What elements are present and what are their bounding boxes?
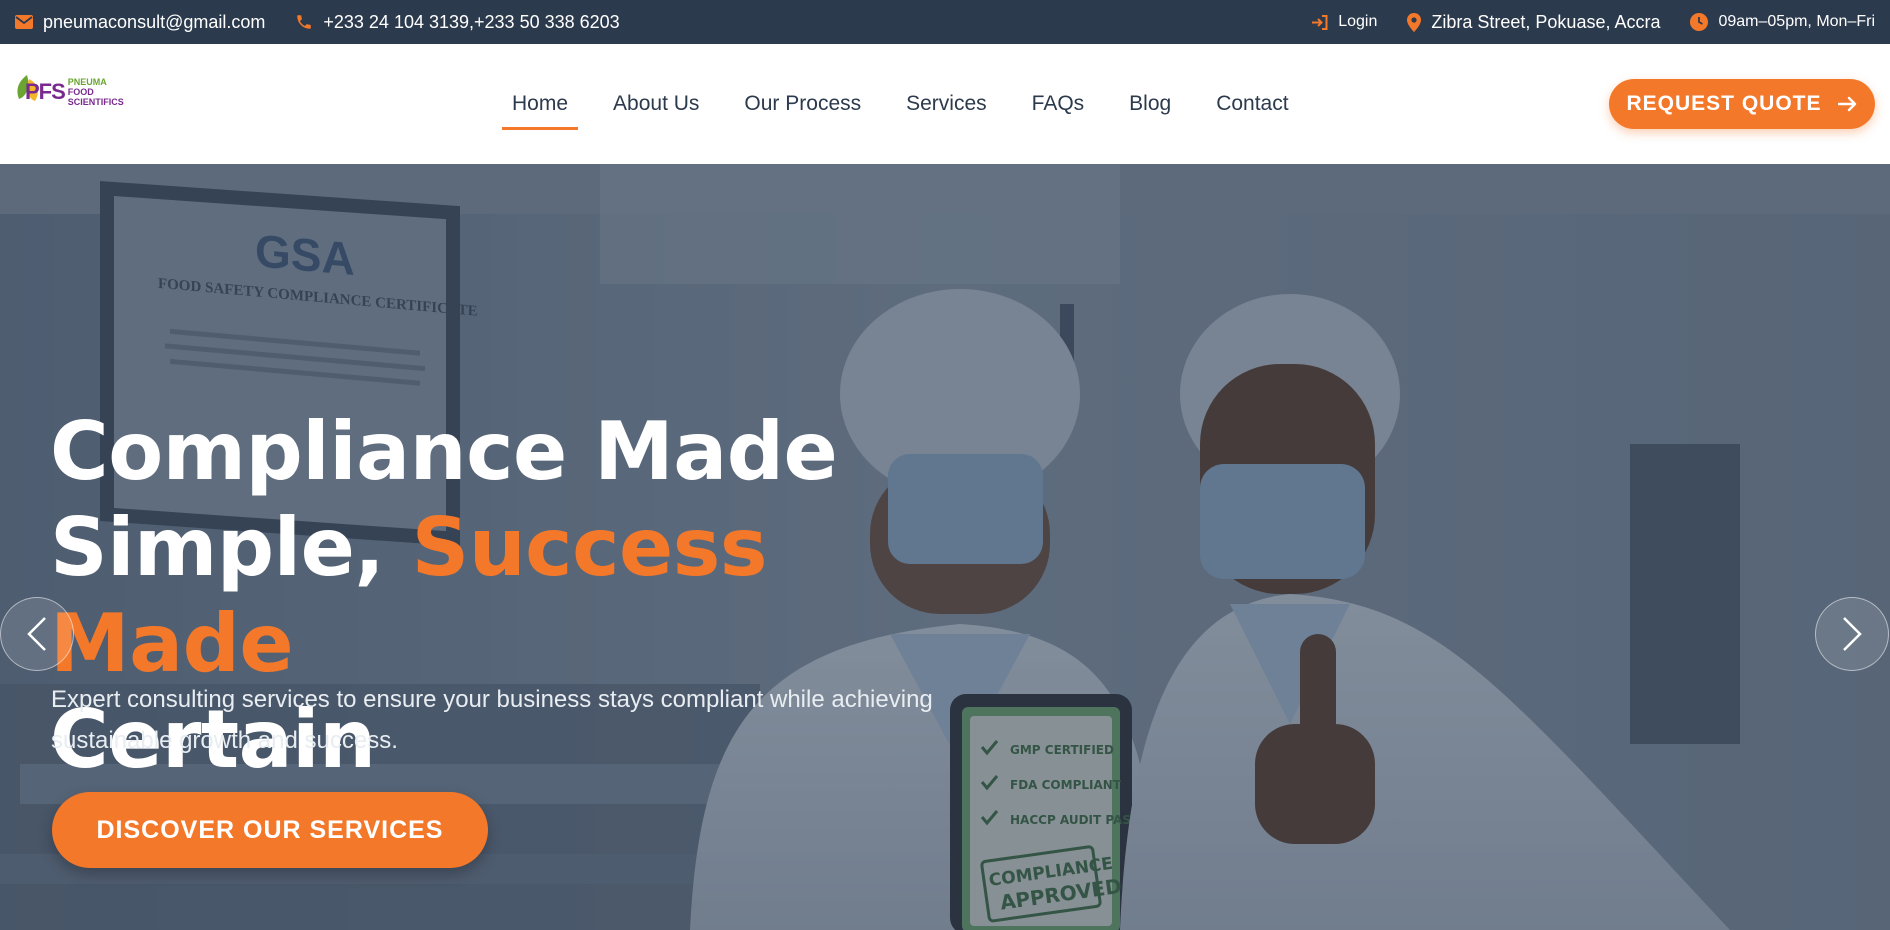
email-text[interactable]: pneumaconsult@gmail.com (43, 12, 265, 33)
slider-next-button[interactable] (1815, 597, 1889, 671)
request-quote-label: REQUEST QUOTE (1626, 92, 1822, 115)
phone-text[interactable]: +233 24 104 3139,+233 50 338 6203 (323, 12, 619, 33)
nav-faqs[interactable]: FAQs (1009, 44, 1107, 164)
nav-contact[interactable]: Contact (1194, 44, 1311, 164)
phone-icon (295, 13, 313, 31)
logo-mark: PFS (15, 75, 66, 105)
meta-group: Login Zibra Street, Pokuase, Accra 09am–… (1311, 12, 1875, 33)
slider-prev-button[interactable] (0, 597, 74, 671)
nav-home[interactable]: Home (502, 44, 579, 164)
clock-icon (1690, 13, 1709, 31)
request-quote-button[interactable]: REQUEST QUOTE (1609, 79, 1875, 129)
sign-in-icon (1311, 14, 1328, 30)
nav-blog[interactable]: Blog (1107, 44, 1194, 164)
hours-item: 09am–05pm, Mon–Fri (1690, 13, 1875, 31)
discover-services-button[interactable]: DISCOVER OUR SERVICES (52, 792, 488, 868)
login-link[interactable]: Login (1338, 13, 1377, 31)
hero-subtitle: Expert consulting services to ensure you… (51, 686, 933, 754)
logo-wordmark: PNEUMA FOOD SCIENTIFICS (67, 77, 124, 107)
address-item: Zibra Street, Pokuase, Accra (1407, 12, 1660, 33)
phone-item[interactable]: +233 24 104 3139,+233 50 338 6203 (295, 12, 620, 33)
chevron-left-icon (26, 616, 48, 652)
hours-text: 09am–05pm, Mon–Fri (1718, 13, 1875, 30)
contact-group: pneumaconsult@gmail.com +233 24 104 3139… (15, 12, 620, 33)
nav-our-process[interactable]: Our Process (722, 44, 884, 164)
site-logo[interactable]: PFS PNEUMA FOOD SCIENTIFICS (15, 75, 124, 107)
map-pin-icon (1407, 12, 1422, 32)
login-item[interactable]: Login (1311, 13, 1377, 31)
top-info-bar: pneumaconsult@gmail.com +233 24 104 3139… (0, 0, 1890, 44)
email-item[interactable]: pneumaconsult@gmail.com (15, 12, 265, 33)
hero-slider: GSA FOOD SAFETY COMPLIANCE CERTIFICATE G… (0, 164, 1890, 930)
site-header: PFS PNEUMA FOOD SCIENTIFICS Home About U… (0, 44, 1890, 164)
chevron-right-icon (1841, 616, 1863, 652)
main-navigation: Home About Us Our Process Services FAQs … (502, 44, 1311, 164)
nav-services[interactable]: Services (884, 44, 1010, 164)
envelope-icon (15, 15, 33, 29)
arrow-right-icon (1837, 96, 1858, 112)
address-text: Zibra Street, Pokuase, Accra (1431, 11, 1661, 32)
nav-about-us[interactable]: About Us (591, 44, 722, 164)
